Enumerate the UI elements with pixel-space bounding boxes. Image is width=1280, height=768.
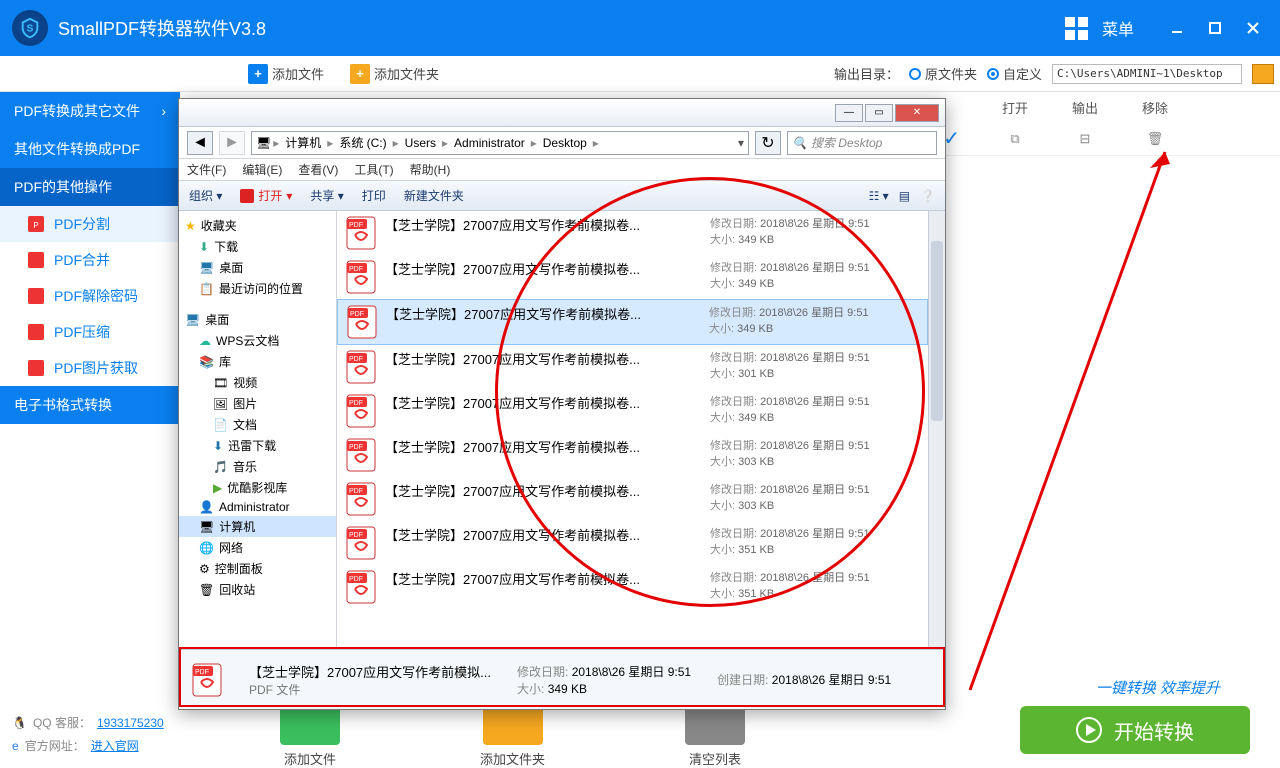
minimize-button[interactable] xyxy=(1162,13,1192,43)
cat-other-to-pdf[interactable]: 其他文件转换成PDF xyxy=(0,130,180,168)
item-pdf-merge[interactable]: PDF合并 xyxy=(0,242,180,278)
file-row[interactable]: PDF【芝士学院】27007应用文写作考前模拟卷...修改日期: 2018\8\… xyxy=(337,565,928,609)
pdf-icon: PDF xyxy=(345,393,377,429)
output-label: 输出目录： xyxy=(834,64,899,83)
pdf-icon: PDF xyxy=(345,259,377,295)
site-link[interactable]: 进入官网 xyxy=(91,737,139,754)
pdf-icon: PDF xyxy=(345,437,377,473)
svg-text:PDF: PDF xyxy=(349,222,363,229)
forward-button[interactable]: ► xyxy=(219,131,245,155)
file-row[interactable]: PDF【芝士学院】27007应用文写作考前模拟卷...修改日期: 2018\8\… xyxy=(337,345,928,389)
qq-link[interactable]: 1933175230 xyxy=(97,716,164,730)
details-pane: PDF 【芝士学院】27007应用文写作考前模拟... PDF 文件 修改日期:… xyxy=(179,649,945,709)
scrollbar[interactable] xyxy=(928,211,945,649)
ie-icon: e xyxy=(12,739,19,753)
pdf-icon: PDF xyxy=(345,481,377,517)
qq-icon: 🐧 xyxy=(12,716,27,730)
pdf-icon: PDF xyxy=(345,569,377,605)
file-row[interactable]: PDF【芝士学院】27007应用文写作考前模拟卷...修改日期: 2018\8\… xyxy=(337,521,928,565)
file-row[interactable]: PDF【芝士学院】27007应用文写作考前模拟卷...修改日期: 2018\8\… xyxy=(337,433,928,477)
svg-text:PDF: PDF xyxy=(349,266,363,273)
folder-plus-icon: + xyxy=(350,64,370,84)
file-row[interactable]: PDF【芝士学院】27007应用文写作考前模拟卷...修改日期: 2018\8\… xyxy=(337,389,928,433)
main-toolbar: +添加文件 +添加文件夹 输出目录： 原文件夹 自定义 C:\Users\ADM… xyxy=(0,56,1280,92)
folder-tree[interactable]: ★收藏夹 ⬇下载 🖥桌面 📋最近访问的位置 🖥桌面 ☁WPS云文档 📚库 🎞视频… xyxy=(179,211,337,649)
radio-source-folder[interactable]: 原文件夹 xyxy=(909,64,977,83)
file-list[interactable]: PDF【芝士学院】27007应用文写作考前模拟卷...修改日期: 2018\8\… xyxy=(337,211,928,649)
play-icon xyxy=(1076,717,1102,743)
open-icon[interactable]: ⧉ xyxy=(980,131,1050,147)
file-row[interactable]: PDF【芝士学院】27007应用文写作考前模拟卷...修改日期: 2018\8\… xyxy=(337,477,928,521)
add-file-link[interactable]: +添加文件 xyxy=(248,64,324,84)
svg-text:PDF: PDF xyxy=(195,669,209,676)
refresh-button[interactable]: ↻ xyxy=(755,131,781,155)
help-button[interactable]: ❔ xyxy=(920,189,935,203)
dlg-toolbar: 组织 ▾ 打开 ▾ 共享 ▾ 打印 新建文件夹 ☷ ▾ ▤ ❔ xyxy=(179,181,945,211)
file-row[interactable]: PDF【芝士学院】27007应用文写作考前模拟卷...修改日期: 2018\8\… xyxy=(337,299,928,345)
breadcrumb[interactable]: 🖥▸ 计算机▸ 系统 (C:)▸ Users▸ Administrator▸ D… xyxy=(251,131,749,155)
svg-text:S: S xyxy=(27,24,34,35)
menu-label[interactable]: 菜单 xyxy=(1102,16,1134,40)
item-pdf-extract-img[interactable]: PDF图片获取 xyxy=(0,350,180,386)
dlg-maximize[interactable]: ▭ xyxy=(865,104,893,122)
svg-text:P: P xyxy=(33,221,38,230)
svg-text:PDF: PDF xyxy=(349,532,363,539)
pdf-icon: PDF xyxy=(345,525,377,561)
svg-text:PDF: PDF xyxy=(349,488,363,495)
radio-custom[interactable]: 自定义 xyxy=(987,64,1042,83)
pdf-icon: PDF xyxy=(346,304,378,340)
output-icon[interactable]: ⊟ xyxy=(1050,131,1120,147)
svg-text:PDF: PDF xyxy=(349,576,363,583)
output-path-input[interactable]: C:\Users\ADMINI~1\Desktop xyxy=(1052,64,1242,84)
dlg-close[interactable]: ✕ xyxy=(895,104,939,122)
organize-dropdown[interactable]: 组织 ▾ xyxy=(189,187,222,204)
cat-ebook[interactable]: 电子书格式转换 xyxy=(0,386,180,424)
pdf-icon: PDF xyxy=(345,215,377,251)
file-row[interactable]: PDF【芝士学院】27007应用文写作考前模拟卷...修改日期: 2018\8\… xyxy=(337,211,928,255)
print-button[interactable]: 打印 xyxy=(362,187,386,204)
item-pdf-unlock[interactable]: PDF解除密码 xyxy=(0,278,180,314)
preview-toggle[interactable]: ▤ xyxy=(899,189,910,203)
svg-text:PDF: PDF xyxy=(350,311,364,318)
delete-icon[interactable]: 🗑 xyxy=(1120,131,1190,147)
search-icon: 🔍 xyxy=(792,136,807,150)
file-row[interactable]: PDF【芝士学院】27007应用文写作考前模拟卷...修改日期: 2018\8\… xyxy=(337,255,928,299)
app-title: SmallPDF转换器软件V3.8 xyxy=(58,15,266,41)
svg-text:PDF: PDF xyxy=(349,356,363,363)
close-button[interactable] xyxy=(1238,13,1268,43)
item-pdf-split[interactable]: PPDF分割 xyxy=(0,206,180,242)
slogan: 一键转换 效率提升 xyxy=(1096,677,1220,698)
cat-pdf-ops[interactable]: PDF的其他操作 xyxy=(0,168,180,206)
add-folder-link[interactable]: +添加文件夹 xyxy=(350,64,439,84)
computer-icon: 🖥 xyxy=(256,136,271,150)
plus-icon: + xyxy=(248,64,268,84)
dlg-minimize[interactable]: — xyxy=(835,104,863,122)
titlebar: S SmallPDF转换器软件V3.8 菜单 xyxy=(0,0,1280,56)
share-dropdown[interactable]: 共享 ▾ xyxy=(310,187,343,204)
file-open-dialog: — ▭ ✕ ◄ ► 🖥▸ 计算机▸ 系统 (C:)▸ Users▸ Admini… xyxy=(178,98,946,710)
menu-icon[interactable] xyxy=(1065,17,1088,40)
chevron-right-icon: › xyxy=(161,103,166,119)
svg-text:PDF: PDF xyxy=(349,444,363,451)
dlg-menubar[interactable]: 文件(F)编辑(E)查看(V)工具(T)帮助(H) xyxy=(179,159,945,181)
item-pdf-compress[interactable]: PDF压缩 xyxy=(0,314,180,350)
new-folder-button[interactable]: 新建文件夹 xyxy=(404,187,464,204)
app-logo: S xyxy=(12,10,48,46)
start-convert-button[interactable]: 开始转换 xyxy=(1020,706,1250,754)
view-dropdown[interactable]: ☷ ▾ xyxy=(869,189,889,203)
search-input[interactable]: 🔍搜索 Desktop xyxy=(787,131,937,155)
browse-folder-button[interactable] xyxy=(1252,64,1274,84)
back-button[interactable]: ◄ xyxy=(187,131,213,155)
cat-pdf-to-other[interactable]: PDF转换成其它文件› xyxy=(0,92,180,130)
open-dropdown[interactable]: 打开 ▾ xyxy=(240,187,292,204)
sidebar: PDF转换成其它文件› 其他文件转换成PDF PDF的其他操作 PPDF分割 P… xyxy=(0,92,180,768)
pdf-icon: PDF xyxy=(345,349,377,385)
maximize-button[interactable] xyxy=(1200,13,1230,43)
svg-text:PDF: PDF xyxy=(349,400,363,407)
